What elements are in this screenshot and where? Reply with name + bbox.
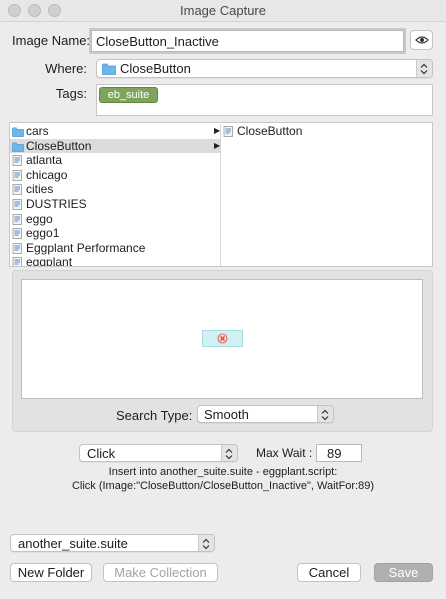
browser-row[interactable]: eggo: [10, 212, 220, 227]
browser-row-label: cars: [26, 124, 49, 138]
tags-label: Tags:: [55, 86, 87, 101]
command-popup[interactable]: Click: [79, 444, 238, 462]
image-name-field[interactable]: CloseButton_Inactive: [91, 30, 404, 52]
browser-column-right[interactable]: CloseButton: [221, 124, 432, 266]
browser-row-label: atlanta: [26, 153, 63, 168]
search-type-value: Smooth: [204, 407, 249, 422]
browser-row[interactable]: eggplant: [10, 255, 220, 267]
browser-row-label: cities: [26, 182, 54, 197]
popup-chevron-icon: [317, 406, 333, 422]
tag-token[interactable]: eb_suite: [99, 87, 158, 103]
image-name-value: CloseButton_Inactive: [96, 34, 219, 49]
popup-chevron-icon: [221, 445, 237, 461]
save-button[interactable]: Save: [374, 563, 433, 582]
image-name-label: Image Name:: [12, 33, 91, 48]
document-icon: [12, 257, 23, 266]
capture-preview-area[interactable]: [21, 279, 423, 399]
suite-popup[interactable]: another_suite.suite: [10, 534, 215, 552]
browser-row[interactable]: cities: [10, 182, 220, 197]
browser-row-label: DUSTRIES: [26, 196, 87, 211]
file-browser[interactable]: cars ▶ CloseButton ▶ atlanta chicago cities DUS…: [9, 122, 433, 267]
make-collection-button[interactable]: Make Collection: [103, 563, 218, 582]
popup-chevron-icon: [416, 60, 432, 77]
browser-row[interactable]: CloseButton: [221, 124, 432, 141]
generated-code-text: Click (Image:"CloseButton/CloseButton_In…: [71, 480, 375, 492]
browser-row[interactable]: cars ▶: [10, 124, 220, 139]
browser-row-label: eggo1: [26, 226, 60, 241]
browser-row[interactable]: CloseButton ▶: [10, 138, 221, 154]
browser-column-left[interactable]: cars ▶ CloseButton ▶ atlanta chicago cities DUS…: [10, 124, 221, 267]
popup-chevron-icon: [198, 535, 214, 551]
document-icon: [223, 126, 234, 141]
max-wait-label: Max Wait :: [256, 446, 313, 460]
window-title: Image Capture: [180, 3, 266, 18]
browser-row-label: CloseButton: [237, 124, 303, 138]
browser-row[interactable]: DUSTRIES: [10, 197, 220, 212]
browser-row-label: eggo: [26, 211, 53, 226]
where-label: Where:: [45, 61, 87, 76]
browser-row-label: Eggplant Performance: [26, 240, 146, 255]
preview-eye-button[interactable]: [410, 30, 433, 50]
browser-row-label: chicago: [26, 167, 68, 182]
title-bar: Image Capture: [0, 0, 446, 22]
where-value: CloseButton: [120, 61, 191, 76]
new-folder-button[interactable]: New Folder: [10, 563, 92, 582]
disclosure-arrow-icon: ▶: [214, 126, 221, 135]
capture-preview-panel: Search Type: Smooth: [12, 270, 433, 432]
captured-image-thumbnail: [202, 330, 243, 347]
browser-row[interactable]: Eggplant Performance: [10, 241, 220, 256]
disclosure-arrow-icon: ▶: [214, 140, 221, 150]
where-popup[interactable]: CloseButton: [96, 59, 433, 78]
max-wait-value: 89: [327, 446, 342, 461]
eye-icon: [415, 36, 429, 44]
cancel-button[interactable]: Cancel: [297, 563, 361, 582]
browser-row[interactable]: eggo1: [10, 226, 220, 241]
max-wait-field[interactable]: 89: [316, 444, 362, 462]
browser-row[interactable]: chicago: [10, 168, 220, 183]
browser-row-label: CloseButton: [26, 138, 92, 153]
command-value: Click: [87, 446, 116, 461]
search-type-popup[interactable]: Smooth: [197, 405, 334, 423]
insert-destination-text: Insert into another_suite.suite - eggpla…: [108, 466, 338, 478]
search-type-label: Search Type:: [116, 408, 193, 423]
browser-row-label: eggplant: [26, 255, 73, 267]
folder-icon: [102, 63, 116, 75]
browser-row[interactable]: atlanta: [10, 153, 220, 168]
suite-value: another_suite.suite: [18, 536, 128, 551]
tags-field[interactable]: eb_suite: [96, 84, 433, 116]
